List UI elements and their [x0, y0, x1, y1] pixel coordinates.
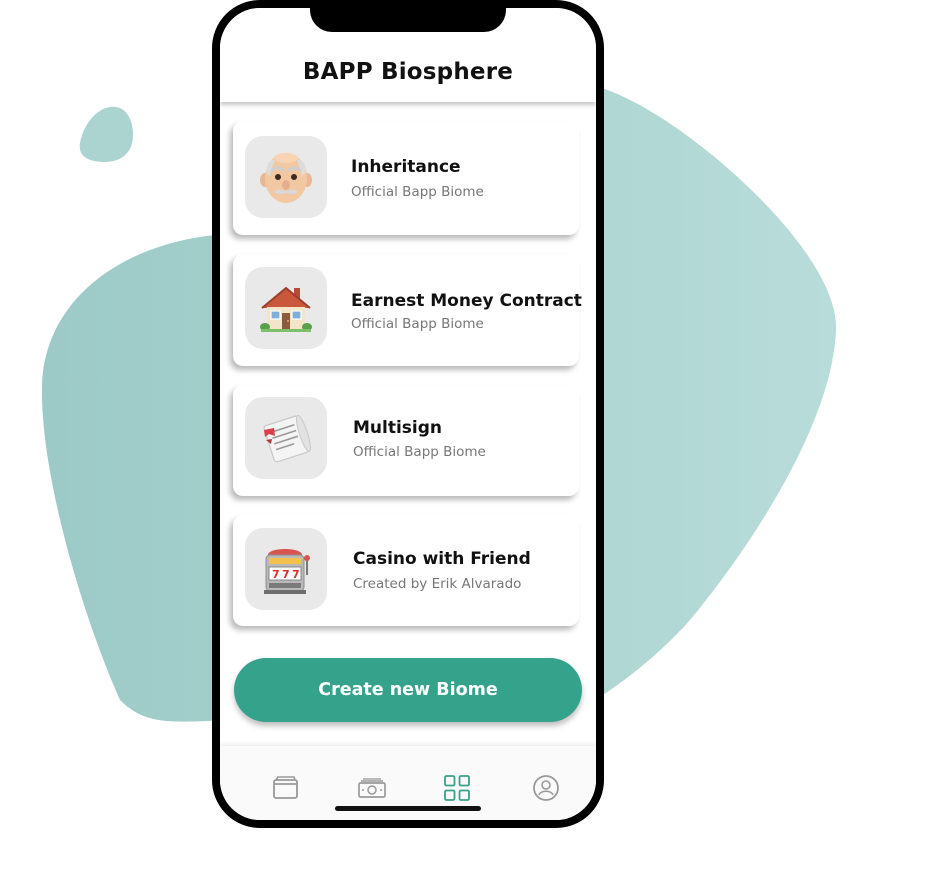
tab-profile[interactable]: [526, 768, 566, 808]
biome-subtitle: Official Bapp Biome: [351, 184, 484, 200]
home-indicator: [335, 806, 481, 811]
biome-card-multisign[interactable]: Multisign Official Bapp Biome: [233, 385, 579, 496]
biome-subtitle: Created by Erik Alvarado: [353, 576, 522, 592]
biome-card-earnest-money[interactable]: Earnest Money Contract Official Bapp Bio…: [233, 254, 582, 366]
biome-title: Inheritance: [351, 157, 461, 177]
profile-icon: [533, 775, 559, 801]
svg-text:7: 7: [272, 568, 280, 581]
tab-money[interactable]: [352, 768, 392, 808]
biome-card-inheritance[interactable]: Inheritance Official Bapp Biome: [233, 121, 579, 235]
svg-text:7: 7: [292, 568, 300, 581]
house-icon: [245, 267, 327, 349]
grid-icon: [444, 775, 470, 801]
phone-frame: BAPP Biosphere Inheritance Official Bapp…: [212, 0, 604, 828]
old-man-icon: [245, 136, 327, 218]
biome-title: Multisign: [353, 418, 443, 438]
biome-subtitle: Official Bapp Biome: [351, 316, 484, 332]
svg-text:7: 7: [282, 568, 290, 581]
tab-biomes[interactable]: [437, 768, 477, 808]
phone-notch: [310, 8, 506, 32]
slot-machine-icon: 7 7 7: [245, 528, 327, 610]
tab-wallet[interactable]: [266, 768, 306, 808]
money-icon: [358, 778, 386, 798]
biome-card-casino[interactable]: 7 7 7 Casino with Friend Created by Erik…: [233, 515, 579, 626]
biome-subtitle: Official Bapp Biome: [353, 444, 486, 460]
document-scroll-icon: [245, 397, 327, 479]
create-new-biome-button[interactable]: Create new Biome: [234, 658, 582, 722]
biome-title: Casino with Friend: [353, 549, 531, 569]
page-title: BAPP Biosphere: [302, 59, 514, 85]
biome-title: Earnest Money Contract: [351, 291, 582, 311]
bottom-tab-bar: [220, 746, 596, 820]
wallet-icon: [273, 776, 298, 799]
